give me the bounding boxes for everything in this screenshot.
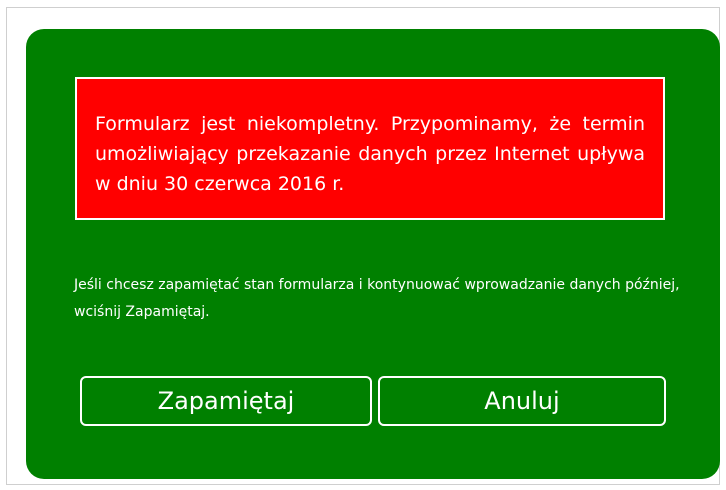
save-button[interactable]: Zapamiętaj — [80, 376, 372, 426]
alert-message: Formularz jest niekompletny. Przypominam… — [95, 113, 645, 195]
info-message: Jeśli chcesz zapamiętać stan formularza … — [74, 277, 680, 320]
save-form-dialog: Formularz jest niekompletny. Przypominam… — [26, 29, 720, 479]
cancel-button[interactable]: Anuluj — [378, 376, 666, 426]
incomplete-form-alert: Formularz jest niekompletny. Przypominam… — [75, 77, 665, 220]
